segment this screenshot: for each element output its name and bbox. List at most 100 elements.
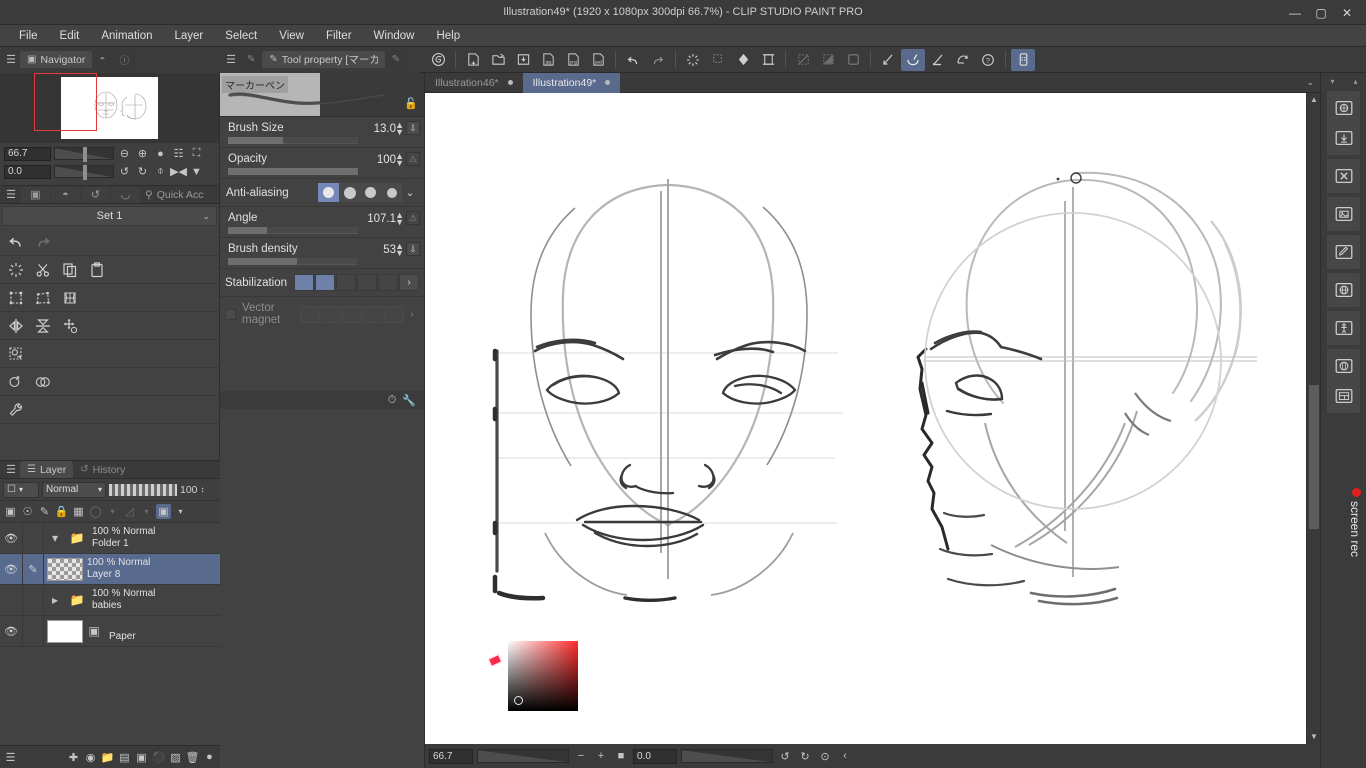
combine-down-icon[interactable]: ▣ xyxy=(134,750,149,765)
maximize-button[interactable]: ▢ xyxy=(1314,6,1328,20)
timer-icon[interactable]: ⏱ xyxy=(388,394,397,407)
tab-quick-access[interactable]: ⚲ Quick Acc xyxy=(141,189,203,201)
delete-layer-icon[interactable]: 🗑 xyxy=(185,750,200,765)
stabilization-cell-4[interactable] xyxy=(357,274,377,291)
chevron-up-icon[interactable]: ▴ xyxy=(1353,77,1357,86)
status-zoom-value[interactable]: 66.7 xyxy=(429,749,473,764)
stabilization-cell-1[interactable] xyxy=(294,274,314,291)
vector-magnet-checkbox[interactable] xyxy=(225,309,236,320)
undo-icon[interactable] xyxy=(621,49,645,71)
anti-aliasing-option-medium[interactable] xyxy=(360,183,381,202)
flip-horizontal-icon[interactable]: ▶◀ xyxy=(171,164,186,179)
layer-opacity-slider[interactable] xyxy=(109,484,177,496)
menu-select[interactable]: Select xyxy=(214,27,268,45)
wrench-icon[interactable]: 🔧 xyxy=(402,394,416,407)
table-row[interactable]: 👁 ✎ 100 % Normal Layer 8 xyxy=(0,554,220,585)
status-zoom-slider[interactable] xyxy=(477,749,569,763)
material-panel-icon[interactable] xyxy=(1327,381,1361,411)
zoom-in-button[interactable]: + xyxy=(593,748,609,764)
undo-icon[interactable] xyxy=(4,230,28,254)
material-3d-icon[interactable] xyxy=(1327,275,1361,305)
redo-icon[interactable] xyxy=(646,49,670,71)
zoom-in-icon[interactable]: ⊕ xyxy=(135,146,150,161)
deselect-icon[interactable] xyxy=(816,49,840,71)
collapse-status-button[interactable]: ‹ xyxy=(837,748,853,764)
layer-visibility-toggle[interactable] xyxy=(0,585,22,615)
convert-layer-icon[interactable] xyxy=(4,342,28,366)
stabilization-expand-arrow[interactable]: › xyxy=(399,274,419,291)
opacity-spinner[interactable]: ▲▼ xyxy=(395,153,404,167)
opacity-value[interactable]: 100 xyxy=(377,154,396,166)
chevron-down-icon[interactable]: ▾ xyxy=(105,504,120,519)
rotate-right-icon[interactable]: ↻ xyxy=(135,164,150,179)
free-transform-icon[interactable] xyxy=(31,286,55,310)
opacity-dynamics-toggle[interactable]: ⚠ xyxy=(406,152,420,166)
angle-value[interactable]: 107.1 xyxy=(367,213,396,225)
material-delete-icon[interactable] xyxy=(1327,161,1361,191)
more-options-icon[interactable]: ● xyxy=(202,750,217,765)
table-row[interactable]: 👁 ▣ Paper xyxy=(0,616,220,647)
tab-sub-view[interactable]: ◓ xyxy=(51,187,80,203)
layer-color-mode-icon[interactable]: ▣ xyxy=(156,504,171,519)
select-all-icon[interactable] xyxy=(791,49,815,71)
rotate-right-button[interactable]: ↻ xyxy=(797,748,813,764)
status-rotation-slider[interactable] xyxy=(681,749,773,763)
menu-window[interactable]: Window xyxy=(363,27,426,45)
vector-magnet-cell-1[interactable] xyxy=(300,306,320,323)
fill-icon[interactable] xyxy=(706,49,730,71)
move-rotate-icon[interactable] xyxy=(58,314,82,338)
clear-icon[interactable] xyxy=(4,258,28,282)
new-folder-icon[interactable]: 📁 xyxy=(100,750,115,765)
draft-layer-icon[interactable]: ✎ xyxy=(37,504,52,519)
copy-icon[interactable] xyxy=(58,258,82,282)
brush-size-value[interactable]: 13.0 xyxy=(374,123,396,135)
vector-magnet-cell-5[interactable] xyxy=(384,306,404,323)
new-tone-layer-icon[interactable]: ◉ xyxy=(83,750,98,765)
anti-aliasing-option-none[interactable] xyxy=(318,183,339,202)
close-tab-dot-icon[interactable] xyxy=(605,80,610,85)
merge-down-icon[interactable] xyxy=(4,370,28,394)
material-image-icon[interactable] xyxy=(1327,199,1361,229)
material-search-icon[interactable] xyxy=(1327,93,1361,123)
panel-menu-icon[interactable]: ☰ xyxy=(2,52,20,68)
tab-history[interactable]: ↺ History xyxy=(73,461,132,478)
menu-edit[interactable]: Edit xyxy=(49,27,91,45)
menu-filter[interactable]: Filter xyxy=(315,27,363,45)
brush-size-slider[interactable] xyxy=(228,137,358,144)
navigator-zoom-value[interactable]: 66.7 xyxy=(4,147,51,161)
ruler-snap-icon[interactable] xyxy=(876,49,900,71)
scroll-up-icon[interactable]: ▲ xyxy=(1307,93,1321,107)
quick-access-menu-icon[interactable]: ☰ xyxy=(2,187,20,203)
anti-aliasing-option-weak[interactable] xyxy=(339,183,360,202)
menu-layer[interactable]: Layer xyxy=(164,27,215,45)
layer-color-combo[interactable]: ☐▾ xyxy=(3,482,39,498)
fit-screen-icon[interactable]: ● xyxy=(153,146,168,161)
vector-magnet-cell-2[interactable] xyxy=(321,306,341,323)
close-button[interactable]: ✕ xyxy=(1340,6,1354,20)
tab-layer[interactable]: ☰ Layer xyxy=(20,461,73,478)
navigator-rotation-slider[interactable] xyxy=(54,165,114,178)
stabilization-cell-3[interactable] xyxy=(336,274,356,291)
brush-density-slider[interactable] xyxy=(228,258,358,265)
export-psd-icon[interactable]: psd xyxy=(586,49,610,71)
vector-magnet-cell-4[interactable] xyxy=(363,306,383,323)
open-file-icon[interactable] xyxy=(486,49,510,71)
folder-expand-chevron-icon[interactable]: ▸ xyxy=(44,585,66,615)
menu-animation[interactable]: Animation xyxy=(90,27,163,45)
clip-to-layer-icon[interactable]: ▣ xyxy=(3,504,18,519)
brush-size-spinner[interactable]: ▲▼ xyxy=(395,122,404,136)
folder-expand-chevron-icon[interactable]: ▾ xyxy=(44,523,66,553)
flip-vertical-icon[interactable]: ▼ xyxy=(189,164,204,179)
document-tab-illustration46[interactable]: Illustration46* xyxy=(425,73,523,93)
menu-file[interactable]: File xyxy=(8,27,49,45)
opacity-spinner-icon[interactable]: ↕ xyxy=(201,485,205,494)
navigator-preview[interactable] xyxy=(0,73,219,143)
mesh-transform-icon[interactable] xyxy=(58,286,82,310)
layer-visibility-toggle[interactable]: 👁 xyxy=(0,523,22,553)
reference-layer-icon[interactable]: ☉ xyxy=(20,504,35,519)
status-rotation-value[interactable]: 0.0 xyxy=(633,749,677,764)
tab-info[interactable]: ⓘ xyxy=(112,51,136,68)
zoom-out-button[interactable]: − xyxy=(573,748,589,764)
crop-icon[interactable] xyxy=(756,49,780,71)
tab-brush-extra[interactable]: ✎ xyxy=(385,51,407,68)
